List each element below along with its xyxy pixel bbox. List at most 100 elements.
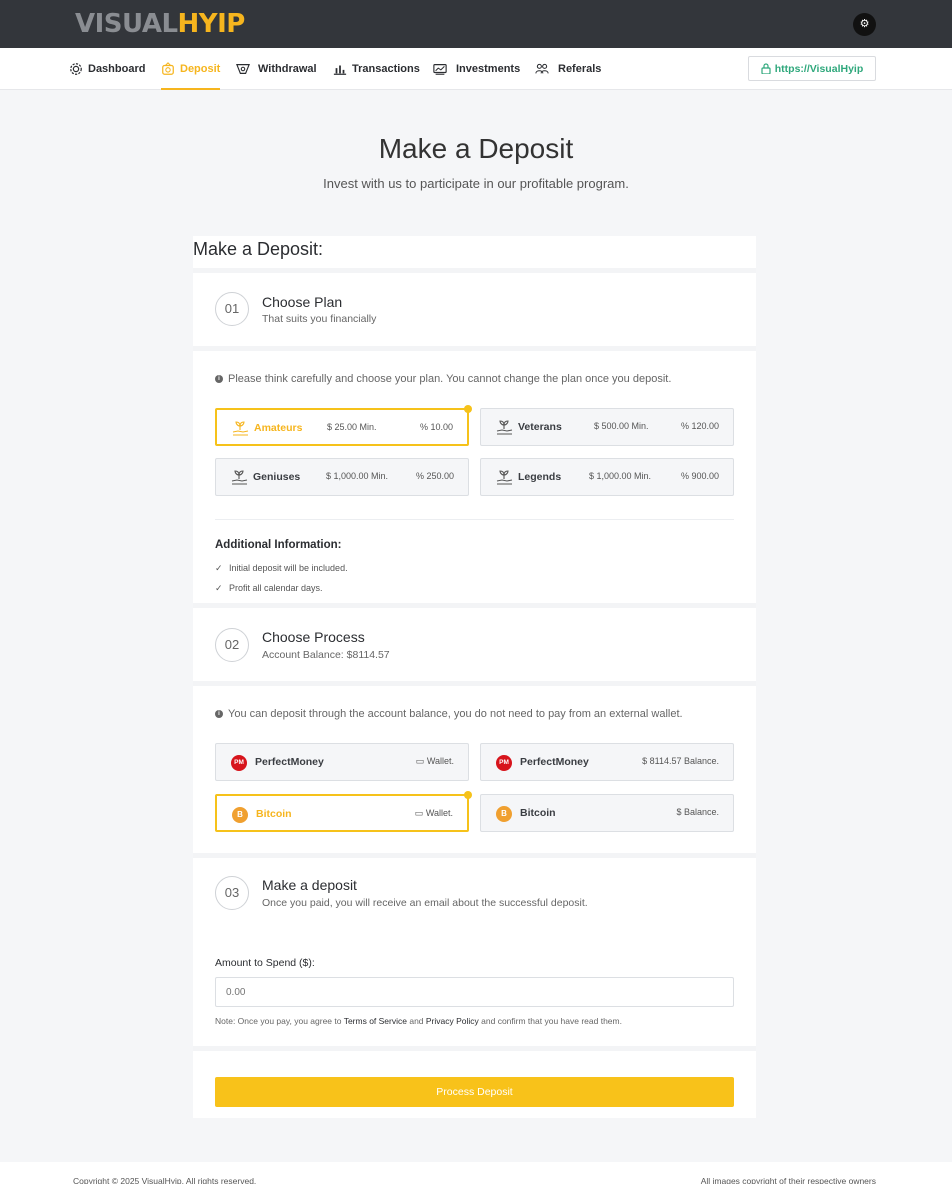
plan-option-veterans[interactable]: Veterans $ 500.00 Min. % 120.00 xyxy=(480,408,734,446)
method-source: ▭ Wallet. xyxy=(415,808,453,819)
nav-transactions-label: Transactions xyxy=(352,63,420,75)
info-icon: i xyxy=(215,710,223,718)
additional-info-text: Profit all calendar days. xyxy=(229,583,323,593)
plan-option-amateurs[interactable]: Amateurs $ 25.00 Min. % 10.00 xyxy=(215,405,472,446)
terms-link[interactable]: Terms of Service xyxy=(344,1016,407,1026)
plan-name: Legends xyxy=(518,471,562,483)
nav-withdrawal-label: Withdrawal xyxy=(258,63,317,75)
plan-info-text: Please think carefully and choose your p… xyxy=(228,373,672,385)
divider xyxy=(193,1046,756,1051)
withdrawal-icon xyxy=(236,62,253,76)
amount-label: Amount to Spend ($): xyxy=(215,957,315,969)
divider xyxy=(193,603,756,608)
plant-icon xyxy=(496,420,513,435)
additional-info-item: ✓ Initial deposit will be included. xyxy=(215,563,348,574)
plan-min: $ 500.00 Min. xyxy=(594,421,649,431)
divider xyxy=(215,519,734,520)
plan-min: $ 1,000.00 Min. xyxy=(589,471,652,481)
selected-dot xyxy=(464,405,472,413)
check-icon: ✓ xyxy=(215,563,223,573)
main-nav: Dashboard Deposit Withdrawal Transaction… xyxy=(0,48,952,90)
divider xyxy=(193,346,756,351)
nav-dashboard-label: Dashboard xyxy=(88,63,146,75)
nav-investments[interactable]: Investments xyxy=(433,48,520,90)
process-info: i You can deposit through the account ba… xyxy=(215,708,683,720)
method-name: PerfectMoney xyxy=(255,756,324,768)
wallet-icon: ▭ xyxy=(415,756,425,766)
step-3-subtitle: Once you paid, you will receive an email… xyxy=(262,897,588,909)
footer-copyright: Copyright © 2025 VisualHyip. All rights … xyxy=(73,1176,257,1184)
nav-deposit-label: Deposit xyxy=(180,63,221,75)
chart-icon xyxy=(333,62,347,76)
perfectmoney-icon: PM xyxy=(496,755,512,771)
method-perfectmoney-wallet[interactable]: PM PerfectMoney ▭ Wallet. xyxy=(215,743,469,781)
step-1-number: 01 xyxy=(215,292,249,326)
method-name: Bitcoin xyxy=(256,808,292,820)
nav-transactions[interactable]: Transactions xyxy=(333,48,420,90)
plan-percent: % 900.00 xyxy=(680,471,719,481)
plan-min: $ 25.00 Min. xyxy=(327,422,377,432)
plan-name: Amateurs xyxy=(254,422,303,434)
selected-dot xyxy=(464,791,472,799)
process-deposit-button[interactable]: Process Deposit xyxy=(215,1077,734,1107)
footer-images-note: All images copyright of their respective… xyxy=(700,1176,876,1184)
deposit-icon xyxy=(161,62,175,76)
method-bitcoin-balance[interactable]: B Bitcoin $ Balance. xyxy=(480,794,734,832)
nav-deposit[interactable]: Deposit xyxy=(161,48,221,90)
site-url-button[interactable]: https://VisualHyip xyxy=(748,56,876,81)
bitcoin-icon: B xyxy=(496,806,512,822)
plant-icon xyxy=(231,470,248,485)
step-1-title: Choose Plan xyxy=(262,294,343,310)
additional-info-title: Additional Information: xyxy=(215,539,342,551)
deposit-card: Make a Deposit: 01 Choose Plan That suit… xyxy=(193,236,756,1118)
method-source: ▭ Wallet. xyxy=(416,756,454,767)
nav-referals[interactable]: Referals xyxy=(535,48,601,90)
method-name: Bitcoin xyxy=(520,807,556,819)
privacy-link[interactable]: Privacy Policy xyxy=(426,1016,479,1026)
note-text: and xyxy=(406,1016,426,1026)
terms-note: Note: Once you pay, you agree to Terms o… xyxy=(215,1016,622,1026)
method-source: $ 8114.57 Balance. xyxy=(642,756,719,766)
lock-icon xyxy=(761,63,771,74)
nav-withdrawal[interactable]: Withdrawal xyxy=(236,48,317,90)
nav-dashboard[interactable]: Dashboard xyxy=(69,48,145,90)
plan-option-legends[interactable]: Legends $ 1,000.00 Min. % 900.00 xyxy=(480,458,734,496)
method-source: $ Balance. xyxy=(676,807,719,817)
wallet-icon: ▭ xyxy=(414,808,424,818)
plan-name: Veterans xyxy=(518,421,562,433)
note-text: Note: Once you pay, you agree to xyxy=(215,1016,344,1026)
page-title: Make a Deposit xyxy=(378,133,574,164)
check-icon: ✓ xyxy=(215,583,223,593)
logo[interactable]: VISUALHYIP xyxy=(75,9,245,39)
plan-name: Geniuses xyxy=(253,471,301,483)
nav-investments-label: Investments xyxy=(456,63,521,75)
amount-input[interactable] xyxy=(215,977,734,1007)
gear-icon xyxy=(69,62,83,76)
plan-min: $ 1,000.00 Min. xyxy=(326,471,389,481)
plant-icon xyxy=(232,421,249,436)
page-subtitle: Invest with us to participate in our pro… xyxy=(323,176,629,191)
step-3-number: 03 xyxy=(215,876,249,910)
nav-referals-label: Referals xyxy=(558,63,602,75)
method-name: PerfectMoney xyxy=(520,756,589,768)
site-url-label: https://VisualHyip xyxy=(774,62,864,75)
top-bar: VISUALHYIP ⚙ xyxy=(0,0,952,48)
step-2-title: Choose Process xyxy=(262,629,365,645)
step-2-subtitle: Account Balance: $8114.57 xyxy=(262,649,390,661)
step-3-title: Make a deposit xyxy=(262,877,357,893)
plan-percent: % 10.00 xyxy=(419,422,453,432)
method-source-text: Wallet. xyxy=(425,808,453,818)
additional-info-item: ✓ Profit all calendar days. xyxy=(215,583,323,594)
logo-part-1: VISUAL xyxy=(75,9,178,39)
deposit-card-title: Make a Deposit: xyxy=(193,239,324,259)
divider xyxy=(193,853,756,858)
process-info-text: You can deposit through the account bala… xyxy=(228,708,683,720)
footer: Copyright © 2025 VisualHyip. All rights … xyxy=(0,1162,952,1184)
divider xyxy=(193,268,756,273)
plan-option-geniuses[interactable]: Geniuses $ 1,000.00 Min. % 250.00 xyxy=(215,458,469,496)
method-perfectmoney-balance[interactable]: PM PerfectMoney $ 8114.57 Balance. xyxy=(480,743,734,781)
plant-icon xyxy=(496,470,513,485)
info-icon: i xyxy=(215,375,223,383)
settings-icon[interactable]: ⚙ xyxy=(853,13,876,36)
method-bitcoin-wallet[interactable]: B Bitcoin ▭ Wallet. xyxy=(215,791,472,832)
